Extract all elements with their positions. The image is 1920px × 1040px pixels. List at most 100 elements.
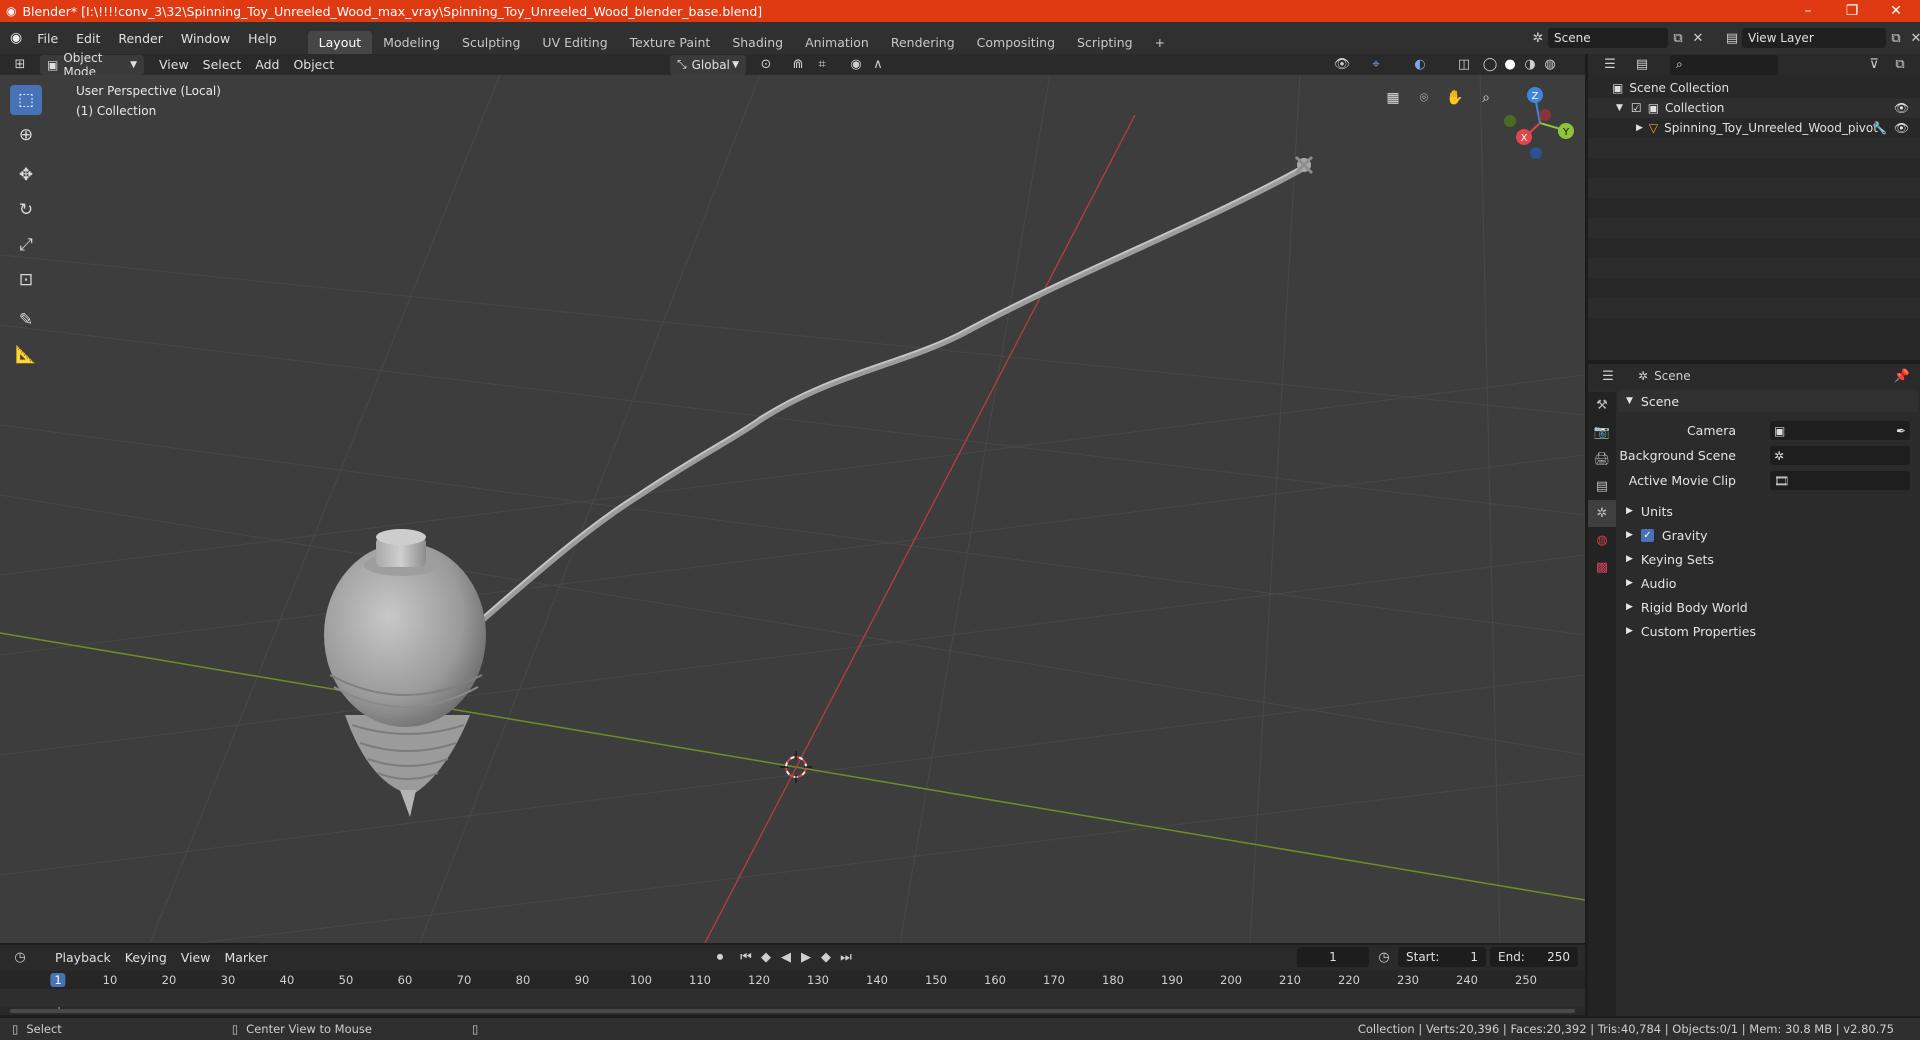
menu-edit[interactable]: Edit	[67, 31, 109, 46]
view-layer-field[interactable]: View Layer	[1742, 28, 1886, 48]
falloff-icon[interactable]: ∧	[868, 55, 888, 75]
modifier-wrench-icon[interactable]: 🔧	[1872, 121, 1887, 135]
overlay-icon[interactable]: ◐	[1410, 55, 1430, 75]
current-frame-field[interactable]: 1	[1297, 947, 1369, 967]
prev-keyframe-icon[interactable]: ◆	[756, 947, 776, 967]
menu-view[interactable]: View	[152, 55, 196, 75]
menu-file[interactable]: File	[28, 31, 67, 46]
menu-add[interactable]: Add	[248, 55, 286, 75]
pivot-point-icon[interactable]: ⊙	[756, 55, 776, 75]
texture-tab-icon[interactable]: ▩	[1588, 554, 1616, 581]
end-frame-field[interactable]: End: 250	[1490, 947, 1578, 967]
outliner-row-object[interactable]: ▶ ▽ Spinning_Toy_Unreeled_Wood_pivot 🔧 👁	[1588, 118, 1920, 138]
tab-animation[interactable]: Animation	[794, 31, 880, 54]
cursor-tool[interactable]: ⊕	[10, 120, 42, 150]
display-mode-icon[interactable]: ▤	[1632, 55, 1652, 75]
custom-properties-section[interactable]: ▶ Custom Properties	[1618, 620, 1918, 642]
outliner-search-input[interactable]: ⌕	[1670, 54, 1778, 75]
timeline-editor-icon[interactable]: ◷	[10, 947, 30, 967]
scale-tool[interactable]: ⤢	[10, 230, 42, 260]
scene-icon[interactable]: ✲	[1528, 28, 1548, 48]
menu-keying[interactable]: Keying	[118, 947, 174, 967]
menu-marker[interactable]: Marker	[217, 947, 274, 967]
visibility-icon[interactable]: 👁	[1332, 55, 1352, 75]
render-tab-icon[interactable]: 📷	[1588, 419, 1616, 446]
add-workspace-button[interactable]: +	[1144, 31, 1176, 54]
frame-ruler[interactable]: 1 10 20 30 40 50 60 70 80 90 100 110 120 130 140 150 160…	[0, 971, 1585, 1011]
proportional-edit-icon[interactable]: ◉	[846, 55, 866, 75]
timeline-scrollbar[interactable]	[10, 1009, 1575, 1013]
tab-scripting[interactable]: Scripting	[1066, 31, 1144, 54]
delete-view-layer-icon[interactable]: ✕	[1906, 28, 1920, 48]
tab-layout[interactable]: Layout	[307, 31, 373, 54]
jump-end-icon[interactable]: ⏭	[836, 947, 856, 967]
scene-panel-header[interactable]: ▼ Scene	[1618, 390, 1918, 412]
expand-arrow-icon[interactable]: ▼	[1616, 103, 1623, 113]
wireframe-shading-icon[interactable]: ◯	[1480, 55, 1500, 75]
background-scene-field[interactable]: ✲	[1770, 446, 1910, 465]
camera-field[interactable]: ▣ ✒	[1770, 421, 1910, 440]
active-movie-clip-field[interactable]: 🎞	[1770, 471, 1910, 490]
view-layer-tab-icon[interactable]: ▤	[1588, 473, 1616, 500]
preview-range-icon[interactable]: ◷	[1374, 947, 1394, 967]
next-keyframe-icon[interactable]: ◆	[816, 947, 836, 967]
tab-compositing[interactable]: Compositing	[966, 31, 1066, 54]
measure-tool[interactable]: 📐	[10, 340, 42, 370]
filter-icon[interactable]: ⊽	[1864, 55, 1884, 75]
object-mode-dropdown[interactable]: ▣ Object Mode ▼	[40, 51, 144, 79]
tool-tab-icon[interactable]: ⚒	[1588, 392, 1616, 419]
transform-orientation-dropdown[interactable]: ⤡ Global ▼	[670, 54, 746, 75]
play-reverse-icon[interactable]: ◀	[776, 947, 796, 967]
navigation-gizmo[interactable]: Z Y X	[1500, 83, 1580, 163]
rotate-tool[interactable]: ↻	[10, 195, 42, 225]
eye-icon[interactable]: 👁	[1894, 121, 1909, 135]
eyedropper-icon[interactable]: ✒	[1896, 424, 1906, 438]
scene-name-field[interactable]: Scene	[1548, 28, 1668, 48]
tab-uv-editing[interactable]: UV Editing	[531, 31, 618, 54]
material-shading-icon[interactable]: ◑	[1520, 55, 1540, 75]
rendered-shading-icon[interactable]: ◍	[1540, 55, 1560, 75]
pin-icon[interactable]: 📌	[1892, 366, 1912, 386]
tab-rendering[interactable]: Rendering	[880, 31, 966, 54]
menu-help[interactable]: Help	[239, 31, 286, 46]
zoom-icon[interactable]: ⌕	[1473, 85, 1499, 111]
view-layer-icon[interactable]: ▤	[1722, 28, 1742, 48]
properties-editor-icon[interactable]: ☰	[1598, 366, 1618, 386]
xray-icon[interactable]: ◫	[1454, 55, 1474, 75]
start-frame-field[interactable]: Start: 1	[1398, 947, 1486, 967]
menu-object[interactable]: Object	[286, 55, 341, 75]
snap-icon[interactable]: ⋒	[788, 55, 808, 75]
maximize-button[interactable]: ❐	[1830, 0, 1874, 22]
gravity-section[interactable]: ▶ ✓ Gravity	[1618, 524, 1918, 546]
move-tool[interactable]: ✥	[10, 160, 42, 190]
menu-select[interactable]: Select	[196, 55, 249, 75]
audio-section[interactable]: ▶ Audio	[1618, 572, 1918, 594]
pan-hand-icon[interactable]: ✋	[1442, 85, 1468, 111]
menu-playback[interactable]: Playback	[48, 947, 118, 967]
new-scene-icon[interactable]: ⧉	[1668, 28, 1688, 48]
scene-tab-icon[interactable]: ✲	[1588, 500, 1616, 527]
annotate-tool[interactable]: ✎	[10, 305, 42, 335]
menu-window[interactable]: Window	[172, 31, 239, 46]
solid-shading-icon[interactable]: ●	[1500, 55, 1520, 75]
menu-timeline-view[interactable]: View	[174, 947, 218, 967]
record-icon[interactable]: ⏺	[710, 947, 730, 967]
tab-sculpting[interactable]: Sculpting	[451, 31, 531, 54]
select-box-tool[interactable]: ⬚	[10, 85, 42, 115]
close-button[interactable]: ✕	[1874, 0, 1918, 22]
new-view-layer-icon[interactable]: ⧉	[1886, 28, 1906, 48]
delete-scene-icon[interactable]: ✕	[1688, 28, 1708, 48]
snap-target-icon[interactable]: ⌗	[812, 55, 832, 75]
outliner-editor-icon[interactable]: ☰	[1600, 55, 1620, 75]
editor-type-icon[interactable]: ⊞	[10, 55, 30, 75]
outliner-row-scene-collection[interactable]: ▣ Scene Collection	[1588, 78, 1920, 98]
transform-tool[interactable]: ⊡	[10, 265, 42, 295]
tab-texture-paint[interactable]: Texture Paint	[619, 31, 722, 54]
new-collection-icon[interactable]: ⧉	[1890, 55, 1910, 75]
minimize-button[interactable]: –	[1786, 0, 1830, 22]
world-tab-icon[interactable]: ◍	[1588, 527, 1616, 554]
output-tab-icon[interactable]: 🖨	[1588, 446, 1616, 473]
expand-arrow-icon[interactable]: ▶	[1636, 123, 1643, 133]
tab-shading[interactable]: Shading	[721, 31, 794, 54]
3d-viewport[interactable]: User Perspective (Local) (1) Collection …	[0, 75, 1585, 943]
